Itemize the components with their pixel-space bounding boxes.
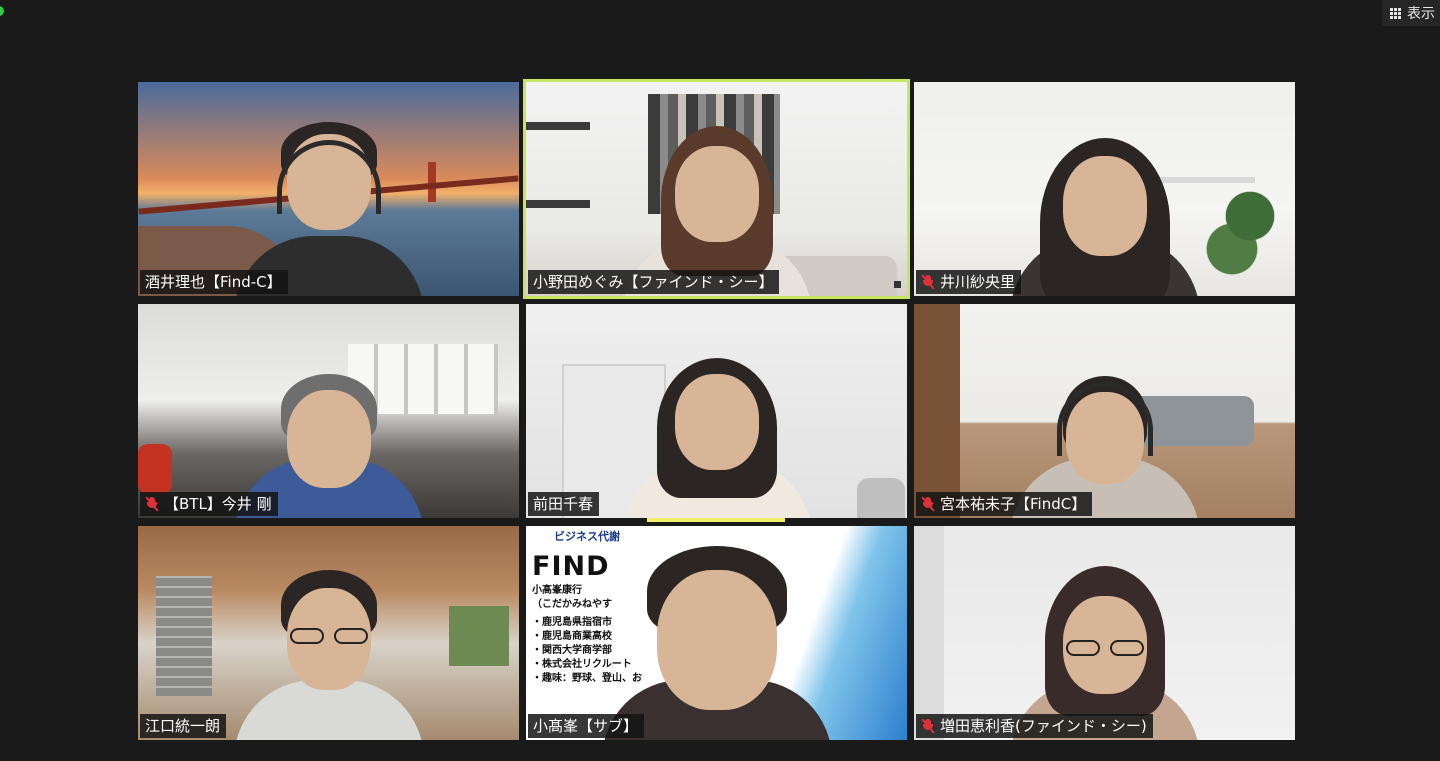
red-chair (138, 444, 172, 494)
video-tile-4[interactable]: 【BTL】今井 剛 (138, 304, 519, 518)
video-tile-7[interactable]: 江口統一朗 (138, 526, 519, 740)
participant-name-tag: 宮本祐未子【FindC】 (916, 492, 1093, 516)
shelf (526, 122, 590, 208)
participant-name-tag: 小野田めぐみ【ファインド・シー】 (528, 270, 780, 294)
connection-status-icon (0, 6, 4, 16)
participant-name-tag: 小髙峯【サブ】 (528, 714, 645, 738)
view-button-label: 表示 (1407, 6, 1435, 22)
participant-name-tag: 酒井理也【Find-C】 (140, 270, 288, 294)
participant-video (1005, 96, 1205, 296)
video-tile-8[interactable]: ビジネス代謝 FIND 小髙峯康行 （こだかみねやす ・鹿児島県指宿市 ・鹿児島… (526, 526, 907, 740)
muted-microphone-icon (921, 274, 935, 290)
view-button[interactable]: 表示 (1382, 0, 1440, 26)
participant-video (1005, 540, 1205, 740)
window (449, 606, 509, 666)
video-tile-9[interactable]: 増田恵利香(ファインド・シー) (914, 526, 1295, 740)
participant-name-tag: 【BTL】今井 剛 (140, 492, 278, 516)
participant-video (617, 96, 817, 296)
participant-video (617, 318, 817, 518)
participant-video (229, 318, 429, 518)
participant-video (1005, 318, 1205, 518)
video-tile-2[interactable]: 小野田めぐみ【ファインド・シー】 (523, 79, 910, 299)
speaking-indicator (647, 518, 785, 522)
participant-name-tag: 増田恵利香(ファインド・シー) (916, 714, 1153, 738)
corner-indicator (894, 281, 901, 288)
participant-video (597, 540, 837, 740)
chair (857, 478, 905, 518)
top-bar: 表示 (0, 0, 1440, 28)
grid-view-icon (1390, 7, 1401, 19)
video-tile-5[interactable]: 前田千春 (526, 304, 907, 518)
participant-video (229, 540, 429, 740)
muted-microphone-icon (921, 718, 935, 734)
plant (1205, 172, 1295, 282)
video-tile-6[interactable]: 宮本祐未子【FindC】 (914, 304, 1295, 518)
video-tile-3[interactable]: 井川紗央里 (914, 82, 1295, 296)
muted-microphone-icon (145, 496, 159, 512)
participant-video (229, 96, 429, 296)
video-tile-1[interactable]: 酒井理也【Find-C】 (138, 82, 519, 296)
participant-name-tag: 江口統一朗 (140, 714, 227, 738)
participant-name-tag: 前田千春 (528, 492, 600, 516)
wall-panel (914, 526, 944, 740)
participant-name-tag: 井川紗央里 (916, 270, 1022, 294)
brick-wall (156, 576, 212, 696)
muted-microphone-icon (921, 496, 935, 512)
door-frame (914, 304, 960, 518)
